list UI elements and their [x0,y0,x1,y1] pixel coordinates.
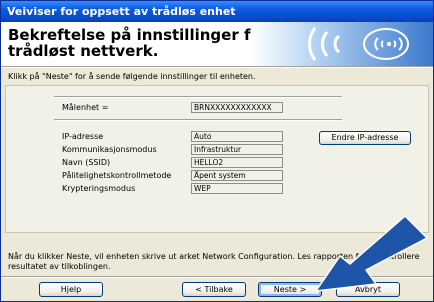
target-label: Målenhet = [62,103,109,112]
note-text: Når du klikker Neste, vil enheten skrive… [8,252,420,271]
separator [54,119,342,121]
page-title: Bekreftelse på innstillinger for trådløs… [8,26,269,60]
target-value: BRNXXXXXXXXXXXX [191,102,283,113]
setting-value-auth: Åpent system [191,170,283,181]
wireless-signal-icon [308,27,409,61]
setting-label-auth: Pålitelighetskontrollmetode [62,171,172,180]
setting-value-encryption: WEP [191,183,283,194]
setting-label-encryption: Krypteringsmodus [62,184,136,193]
cancel-button[interactable]: Avbryt [336,282,400,297]
separator [54,96,342,98]
setting-label-ip: IP-adresse [62,132,104,141]
header-divider [1,66,433,68]
footer-divider [1,276,433,278]
settings-panel: Målenhet = BRNXXXXXXXXXXXX IP-adresse Au… [5,85,429,233]
window-title: Veiviser for oppsett av trådløs enhet [7,5,236,18]
next-button[interactable]: Neste > [258,282,322,297]
back-button[interactable]: < Tilbake [182,282,246,297]
wizard-window: Veiviser for oppsett av trådløs enhet Be… [0,0,434,302]
wizard-header: Bekreftelse på innstillinger for trådløs… [1,22,433,66]
help-button[interactable]: Hjelp [39,282,103,297]
setting-value-ip: Auto [191,131,283,142]
setting-value-ssid: HELLO2 [191,157,283,168]
intro-text: Klikk på "Neste" for å sende følgende in… [8,72,256,81]
title-bar[interactable]: Veiviser for oppsett av trådløs enhet [1,1,433,22]
setting-label-ssid: Navn (SSID) [62,158,111,167]
setting-label-mode: Kommunikasjonsmodus [62,145,157,154]
setting-value-mode: Infrastruktur [191,144,283,155]
change-ip-address-button[interactable]: Endre IP-adresse [319,131,411,145]
